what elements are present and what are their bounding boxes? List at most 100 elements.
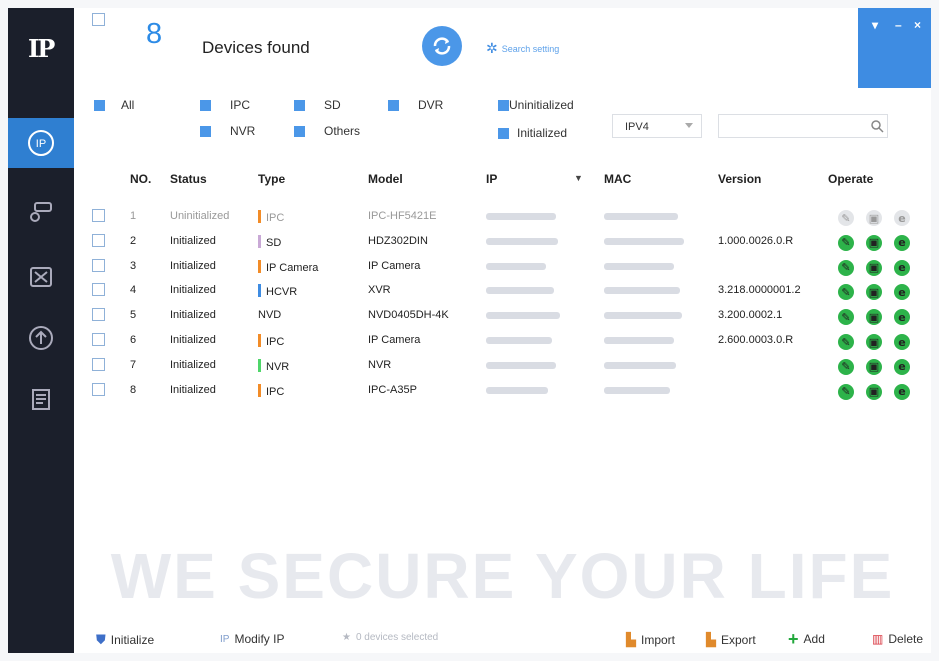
filter-all[interactable]: All	[94, 98, 134, 112]
row-ip-redacted	[486, 386, 548, 394]
table-row[interactable]: 8 Initialized IPC IPC-A35P ✎ ▣ e	[74, 378, 931, 402]
row-ip-redacted	[486, 237, 558, 245]
row-model: NVD0405DH-4K	[368, 309, 449, 322]
checkbox[interactable]	[294, 99, 305, 111]
ie-icon[interactable]: e	[894, 309, 910, 326]
checkbox[interactable]	[498, 127, 509, 139]
row-mac-redacted	[604, 262, 674, 270]
filter-initialized[interactable]: Initialized	[498, 126, 567, 140]
sort-down-icon[interactable]: ▼	[574, 173, 583, 183]
row-checkbox[interactable]	[92, 209, 105, 222]
ie-icon[interactable]: e	[894, 334, 910, 350]
ie-icon[interactable]: e	[894, 383, 910, 400]
col-ip[interactable]: IP	[486, 172, 497, 186]
search-input[interactable]	[718, 114, 888, 138]
web-icon[interactable]: ▣	[866, 284, 882, 301]
row-mac-redacted	[604, 337, 674, 344]
table-row[interactable]: 1 Uninitialized IPC IPC-HF5421E ✎ ▣ e	[74, 204, 931, 228]
nav-system-settings[interactable]	[8, 252, 74, 302]
filter-ipc[interactable]: IPC	[200, 98, 250, 112]
add-button[interactable]: + Add	[788, 629, 825, 649]
row-checkbox[interactable]	[92, 333, 105, 346]
filter-uninitialized[interactable]: Uninitialized	[498, 98, 574, 112]
web-icon[interactable]: ▣	[866, 210, 882, 226]
row-mac-redacted	[604, 237, 684, 245]
row-type-label: IP Camera	[266, 261, 319, 274]
menu-icon[interactable]: ▾	[872, 18, 878, 32]
edit-icon[interactable]: ✎	[838, 383, 854, 400]
web-icon[interactable]: ▣	[866, 259, 882, 276]
row-no: 8	[130, 383, 137, 396]
initialize-button[interactable]: ⛊ Initialize	[96, 632, 154, 648]
ip-version-select[interactable]: IPV4	[612, 114, 702, 138]
table-row[interactable]: 5 Initialized NVD NVD0405DH-4K 3.200.0002.1 ✎…	[74, 303, 931, 327]
checkbox[interactable]	[294, 125, 305, 137]
table-row[interactable]: 2 Initialized SD HDZ302DIN 1.000.0026.0.R ✎ ▣ e	[74, 229, 931, 253]
filter-sd[interactable]: SD	[294, 98, 341, 112]
checkbox[interactable]	[388, 99, 399, 111]
web-icon[interactable]: ▣	[866, 234, 882, 251]
web-icon[interactable]: ▣	[866, 383, 882, 400]
col-version[interactable]: Version	[718, 172, 761, 186]
row-version: 3.218.0000001.2	[718, 284, 801, 297]
edit-icon[interactable]: ✎	[838, 284, 854, 301]
ie-icon[interactable]: e	[894, 358, 910, 375]
col-status[interactable]: Status	[170, 172, 207, 186]
select-all-checkbox[interactable]	[92, 13, 105, 26]
ie-icon[interactable]: e	[894, 210, 910, 226]
export-button[interactable]: ▙ Export	[706, 632, 756, 648]
refresh-icon	[433, 37, 451, 55]
table-row[interactable]: 3 Initialized IP Camera IP Camera ✎ ▣ e	[74, 254, 931, 278]
row-checkbox[interactable]	[92, 357, 105, 371]
filter-nvr[interactable]: NVR	[200, 124, 255, 138]
checkbox[interactable]	[498, 99, 509, 111]
col-type[interactable]: Type	[258, 172, 285, 186]
ie-icon[interactable]: e	[894, 259, 910, 276]
table-row[interactable]: 4 Initialized HCVR XVR 3.218.0000001.2 ✎ ▣ e	[74, 278, 931, 302]
nav-documents[interactable]	[8, 374, 74, 424]
search-icon[interactable]	[870, 119, 884, 133]
nav-upgrade[interactable]	[8, 313, 74, 363]
col-model[interactable]: Model	[368, 172, 403, 186]
row-model: IPC-HF5421E	[368, 210, 437, 222]
checkbox[interactable]	[94, 99, 105, 111]
row-checkbox[interactable]	[92, 283, 105, 297]
table-row[interactable]: 7 Initialized NVR NVR ✎ ▣ e	[74, 353, 931, 377]
shield-icon: ⛊	[96, 632, 106, 647]
filter-others[interactable]: Others	[294, 124, 360, 138]
nav-device-config[interactable]	[8, 186, 74, 236]
row-checkbox[interactable]	[92, 382, 105, 396]
close-button[interactable]: ×	[914, 18, 921, 32]
plus-icon: +	[788, 629, 799, 649]
web-icon[interactable]: ▣	[866, 334, 882, 350]
edit-icon[interactable]: ✎	[838, 309, 854, 326]
filter-dvr[interactable]: DVR	[388, 98, 443, 112]
web-icon[interactable]: ▣	[866, 309, 882, 326]
minimize-button[interactable]: –	[895, 18, 902, 32]
row-checkbox[interactable]	[92, 233, 105, 247]
col-mac[interactable]: MAC	[604, 172, 631, 186]
row-checkbox[interactable]	[92, 308, 105, 322]
edit-icon[interactable]: ✎	[838, 259, 854, 276]
refresh-button[interactable]	[422, 26, 462, 66]
type-color-bar	[258, 383, 261, 397]
import-button[interactable]: ▙ Import	[626, 632, 675, 648]
row-version: 1.000.0026.0.R	[718, 234, 794, 247]
edit-icon[interactable]: ✎	[838, 234, 854, 251]
page-title: Devices found	[202, 38, 310, 57]
edit-icon[interactable]: ✎	[838, 210, 854, 226]
web-icon[interactable]: ▣	[866, 358, 882, 375]
selection-status: ★ 0 devices selected	[342, 632, 439, 643]
edit-icon[interactable]: ✎	[838, 334, 854, 350]
search-setting-link[interactable]: ✲ Search setting	[486, 40, 559, 57]
nav-ip-config[interactable]: IP	[8, 118, 74, 168]
row-checkbox[interactable]	[92, 258, 105, 272]
ie-icon[interactable]: e	[894, 234, 910, 251]
checkbox[interactable]	[200, 99, 211, 111]
table-row[interactable]: 6 Initialized IPC IP Camera 2.600.0003.0.R ✎ ▣…	[74, 328, 931, 352]
delete-button[interactable]: ▥ Delete	[872, 632, 923, 646]
modify-ip-button[interactable]: IP Modify IP	[220, 632, 284, 646]
ie-icon[interactable]: e	[894, 284, 910, 301]
edit-icon[interactable]: ✎	[838, 358, 854, 375]
checkbox[interactable]	[200, 125, 211, 137]
